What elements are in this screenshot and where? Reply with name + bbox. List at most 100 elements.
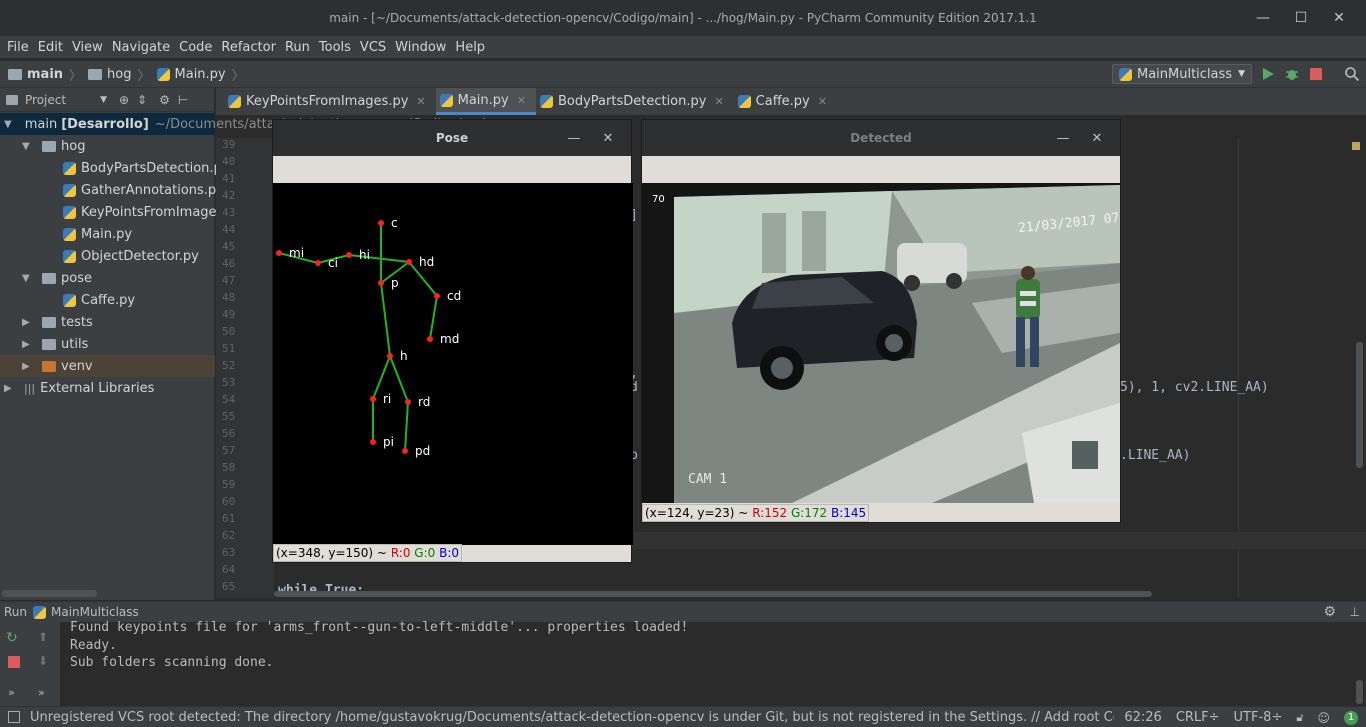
- breadcrumb-root[interactable]: main: [27, 67, 63, 82]
- hide-panel-icon[interactable]: ⊢: [178, 93, 188, 107]
- tab-bodypartsdetection[interactable]: BodyPartsDetection.py ✕: [536, 88, 734, 115]
- pose-window-title: Pose: [435, 131, 469, 145]
- breadcrumb-file[interactable]: Main.py: [175, 67, 226, 82]
- tree-item-utils[interactable]: ▶ utils: [22, 333, 88, 355]
- close-button[interactable]: ✕: [1320, 10, 1358, 26]
- chevron-down-icon[interactable]: ▼: [100, 95, 107, 105]
- tree-item-external-libraries[interactable]: ▶ ||| External Libraries: [4, 377, 154, 399]
- search-icon[interactable]: [1344, 66, 1360, 82]
- close-button[interactable]: ✕: [1080, 131, 1114, 146]
- tree-item-hog[interactable]: ▼ hog: [22, 135, 85, 157]
- keypoint-hi: [346, 252, 352, 258]
- menu-vcs[interactable]: VCS: [360, 40, 386, 55]
- tree-item-venv[interactable]: ▶ venv: [0, 355, 215, 377]
- stop-icon[interactable]: [8, 656, 20, 668]
- collapse-arrow-icon[interactable]: ▶: [22, 339, 34, 350]
- close-tab-icon[interactable]: ✕: [416, 95, 425, 108]
- menu-refactor[interactable]: Refactor: [221, 40, 276, 55]
- debug-icon[interactable]: [1284, 66, 1300, 82]
- hector-icon[interactable]: ☺: [1317, 711, 1330, 725]
- pose-window[interactable]: Pose — ✕ c mi ci hi hd p cd md h ri rd pi pd (x=348,…: [272, 119, 633, 563]
- editor-hscrollbar[interactable]: [274, 591, 1152, 597]
- expand-icon[interactable]: »: [38, 686, 45, 699]
- detected-window[interactable]: Detected — ✕ 70 21/03/2017 07:0 CAM 1 (x…: [641, 119, 1121, 523]
- menu-help[interactable]: Help: [455, 40, 485, 55]
- collapse-icon[interactable]: ⇕: [137, 93, 147, 107]
- close-button[interactable]: ✕: [591, 131, 625, 146]
- close-tab-icon[interactable]: ✕: [818, 95, 827, 108]
- tree-item-gatherannotations[interactable]: GatherAnnotations.py: [63, 179, 224, 201]
- expand-arrow-icon[interactable]: ▼: [4, 119, 12, 130]
- line-separator[interactable]: CRLF÷: [1176, 710, 1220, 725]
- run-console[interactable]: Found keypoints file for 'arms_front--gu…: [60, 620, 1366, 706]
- minimize-button[interactable]: —: [1046, 131, 1080, 146]
- close-tab-icon[interactable]: ✕: [517, 94, 526, 107]
- minimize-button[interactable]: —: [557, 131, 591, 146]
- status-message[interactable]: Unregistered VCS root detected: The dire…: [30, 710, 1240, 725]
- target-icon[interactable]: ⊕: [119, 93, 129, 107]
- project-scrollbar[interactable]: [2, 590, 97, 597]
- collapse-arrow-icon[interactable]: ▶: [22, 361, 34, 372]
- keypoint-label-pd: pd: [415, 444, 430, 458]
- menu-window[interactable]: Window: [395, 40, 446, 55]
- minimize-button[interactable]: —: [1244, 10, 1282, 26]
- run-panel-label[interactable]: Run: [4, 605, 27, 619]
- tree-item-bodypartsdetection[interactable]: BodyPartsDetection.py: [63, 157, 229, 179]
- tree-item-objectdetector[interactable]: ObjectDetector.py: [63, 245, 199, 267]
- tab-label: Main.py: [457, 92, 509, 108]
- expand-icon[interactable]: »: [8, 686, 15, 699]
- run-config-select[interactable]: MainMulticlass ▼: [1111, 64, 1252, 84]
- menu-tools[interactable]: Tools: [319, 40, 351, 55]
- project-panel-title[interactable]: Project: [25, 93, 66, 107]
- collapse-arrow-icon[interactable]: ▶: [22, 317, 34, 328]
- pose-skeleton-canvas[interactable]: c mi ci hi hd p cd md h ri rd pi pd: [273, 183, 633, 545]
- stop-icon[interactable]: [1308, 66, 1324, 82]
- status-panel-toggle-icon[interactable]: [8, 711, 20, 723]
- inspection-status-icon[interactable]: [1352, 142, 1360, 150]
- tab-main[interactable]: Main.py ✕: [435, 88, 536, 115]
- console-vscrollbar[interactable]: [1356, 680, 1363, 704]
- menu-navigate[interactable]: Navigate: [112, 40, 170, 55]
- menu-run[interactable]: Run: [285, 40, 310, 55]
- tree-item-caffe[interactable]: Caffe.py: [63, 289, 135, 311]
- down-icon[interactable]: ⬇: [38, 654, 48, 668]
- hide-panel-icon[interactable]: ⊥: [1350, 605, 1360, 619]
- rerun-icon[interactable]: ↻: [6, 630, 18, 646]
- caret-position[interactable]: 62:26: [1124, 710, 1161, 725]
- tab-caffe[interactable]: Caffe.py ✕: [734, 88, 837, 115]
- tree-item-pose[interactable]: ▼ pose: [22, 267, 92, 289]
- collapse-arrow-icon[interactable]: ▶: [4, 383, 16, 394]
- file-encoding[interactable]: UTF-8÷: [1234, 710, 1283, 725]
- camera-label: CAM 1: [688, 472, 728, 487]
- run-icon[interactable]: [1260, 66, 1276, 82]
- event-log-badge[interactable]: 1: [1344, 710, 1358, 725]
- python-file-icon: [156, 67, 170, 81]
- menu-edit[interactable]: Edit: [38, 40, 63, 55]
- maximize-button[interactable]: ☐: [1282, 10, 1320, 26]
- menu-file[interactable]: File: [7, 40, 29, 55]
- menu-view[interactable]: View: [72, 40, 103, 55]
- detected-window-controls: — ✕: [1046, 120, 1114, 156]
- tree-item-main[interactable]: Main.py: [63, 223, 132, 245]
- up-icon[interactable]: ⬆: [38, 630, 48, 644]
- gear-icon[interactable]: ⚙: [1323, 604, 1336, 620]
- detected-blue-value: B:145: [831, 506, 867, 520]
- tree-root[interactable]: ▼ main [Desarrollo] ~/Documents/attack-d…: [0, 113, 494, 135]
- tree-item-label: utils: [61, 336, 89, 352]
- line-number: 64: [222, 563, 236, 576]
- keypoint-hd: [406, 259, 412, 265]
- line-number: 56: [222, 427, 236, 440]
- tab-keypointsfromimages[interactable]: KeyPointsFromImages.py ✕: [224, 88, 436, 115]
- tree-root-name: main: [24, 116, 58, 132]
- expand-arrow-icon[interactable]: ▼: [22, 141, 34, 152]
- editor-vscrollbar[interactable]: [1356, 342, 1363, 468]
- gear-icon[interactable]: ⚙: [159, 93, 170, 107]
- lock-icon[interactable]: 🔓︎: [1296, 711, 1303, 725]
- menu-code[interactable]: Code: [179, 40, 212, 55]
- keypoint-mi: [276, 250, 282, 256]
- keypoint-label-h: h: [400, 349, 408, 363]
- close-tab-icon[interactable]: ✕: [714, 95, 723, 108]
- expand-arrow-icon[interactable]: ▼: [22, 273, 34, 284]
- tree-item-tests[interactable]: ▶ tests: [22, 311, 93, 333]
- breadcrumb-folder[interactable]: hog: [107, 67, 131, 82]
